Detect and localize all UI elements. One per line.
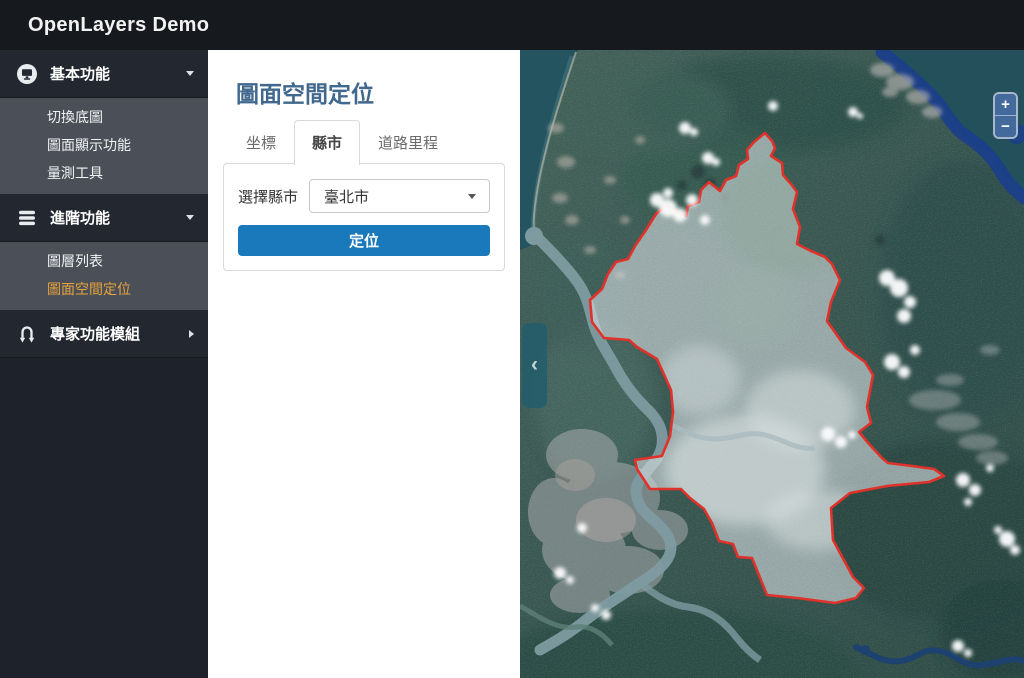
tab-county[interactable]: 縣市 <box>294 120 361 165</box>
display-circle-icon <box>16 63 38 85</box>
panel-collapse-handle[interactable]: ‹ <box>522 323 547 408</box>
locate-button[interactable]: 定位 <box>238 225 490 256</box>
sidebar-item-switch-basemap[interactable]: 切換底圖 <box>0 103 208 131</box>
sidebar-group-label: 基本功能 <box>50 66 111 83</box>
zoom-control: + − <box>993 92 1018 139</box>
sidebar-group-advanced-functions[interactable]: 進階功能 <box>0 194 208 242</box>
sidebar-group-label: 進階功能 <box>50 210 111 227</box>
tab-bar: 坐標 縣市 道路里程 <box>228 120 520 165</box>
sidebar-item-measure-tools[interactable]: 量測工具 <box>0 159 208 187</box>
content-panel: 圖面空間定位 坐標 縣市 道路里程 選擇縣市 臺北市 定位 <box>208 50 520 678</box>
app-title: OpenLayers Demo <box>28 13 210 36</box>
sidebar: 基本功能 切換底圖 圖面顯示功能 量測工具 進階功能 圖層列表 圖面空間定位 專… <box>0 50 208 678</box>
chevron-down-icon <box>468 193 476 199</box>
chevron-left-icon: ‹ <box>531 352 538 376</box>
sidebar-item-spatial-locate[interactable]: 圖面空間定位 <box>0 275 208 303</box>
sidebar-submenu-advanced: 圖層列表 圖面空間定位 <box>0 242 208 310</box>
county-select-value: 臺北市 <box>324 188 370 206</box>
county-select-label: 選擇縣市 <box>238 188 299 206</box>
tab-road-mileage[interactable]: 道路里程 <box>360 120 456 164</box>
zoom-in-button[interactable]: + <box>995 94 1016 115</box>
route-icon <box>16 323 38 345</box>
county-select[interactable]: 臺北市 <box>309 179 490 213</box>
chevron-right-icon <box>189 329 194 338</box>
layers-icon <box>16 207 38 229</box>
sidebar-group-expert-modules[interactable]: 專家功能模組 <box>0 310 208 358</box>
sidebar-group-basic-functions[interactable]: 基本功能 <box>0 50 208 98</box>
sidebar-item-map-display[interactable]: 圖面顯示功能 <box>0 131 208 159</box>
satellite-map-image <box>520 50 1024 678</box>
sidebar-group-label: 專家功能模組 <box>50 326 141 343</box>
app-header: OpenLayers Demo <box>0 0 1024 50</box>
tab-coordinate[interactable]: 坐標 <box>228 120 294 164</box>
map-view[interactable]: ‹ + − <box>520 50 1024 678</box>
panel-title: 圖面空間定位 <box>236 81 374 107</box>
zoom-out-button[interactable]: − <box>995 116 1016 137</box>
chevron-down-icon <box>186 71 194 76</box>
sidebar-item-layer-list[interactable]: 圖層列表 <box>0 247 208 275</box>
county-locate-form: 選擇縣市 臺北市 定位 <box>223 163 505 271</box>
sidebar-submenu-basic: 切換底圖 圖面顯示功能 量測工具 <box>0 98 208 194</box>
chevron-down-icon <box>186 215 194 220</box>
